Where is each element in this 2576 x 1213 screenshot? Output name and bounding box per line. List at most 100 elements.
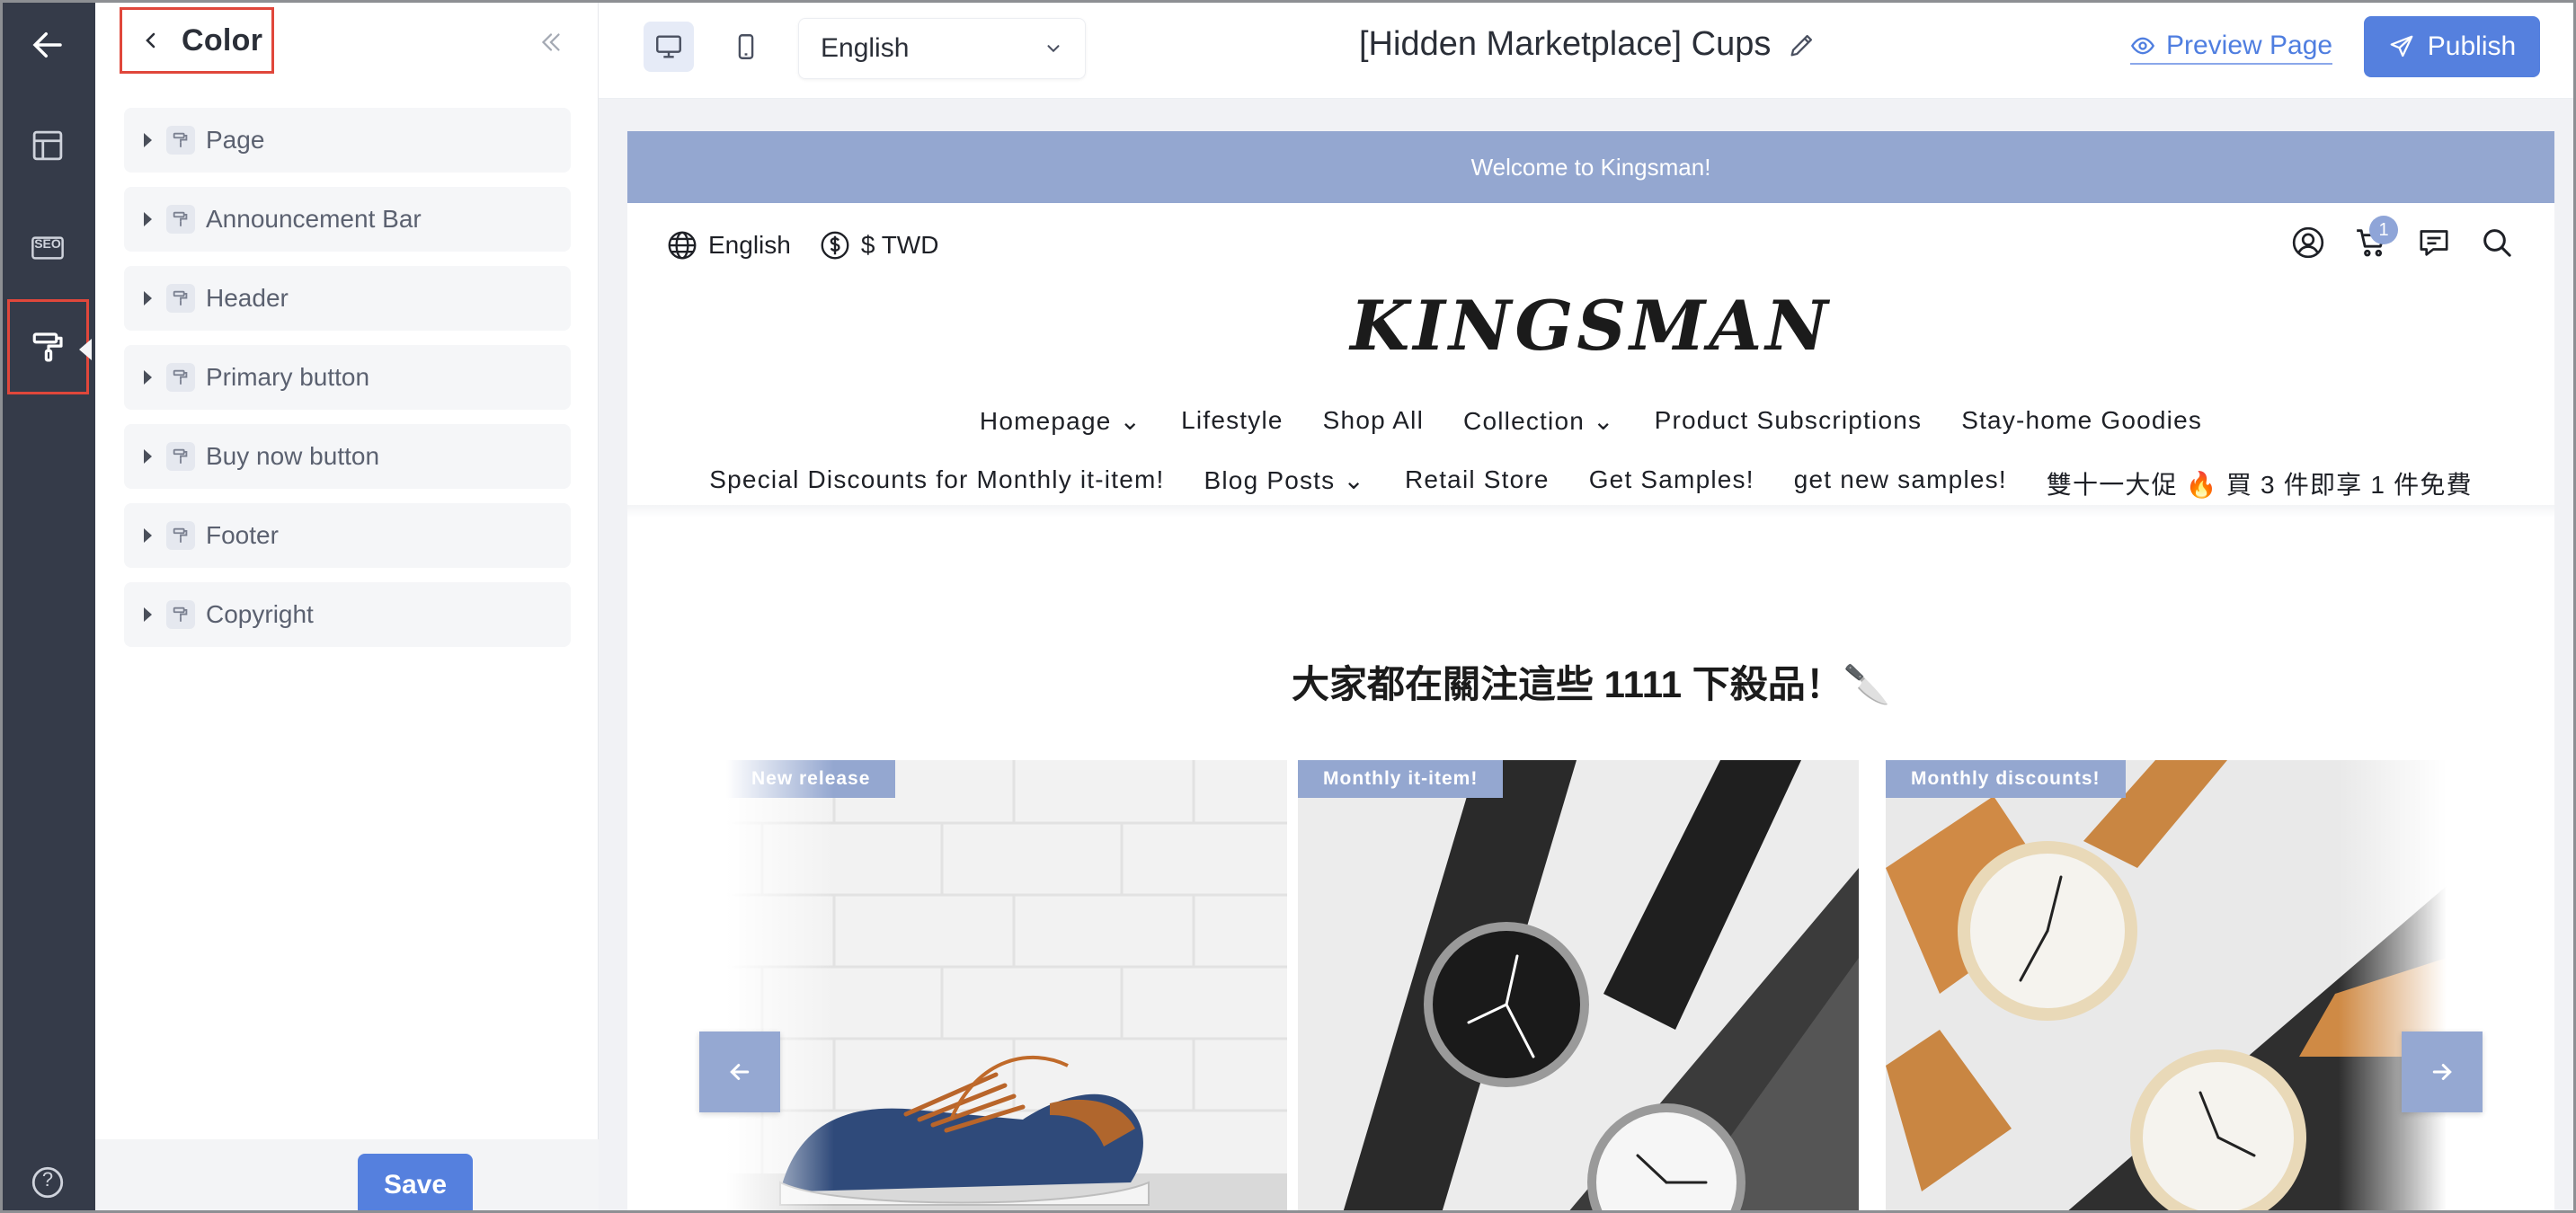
paint-roller-icon	[32, 332, 63, 362]
chevron-left-icon	[146, 32, 155, 49]
paint-roller-icon	[166, 126, 195, 155]
paint-roller-icon	[166, 205, 195, 234]
paint-roller-icon	[166, 442, 195, 471]
language-select-value: English	[821, 33, 910, 63]
store-logo[interactable]: KINGSMAN	[627, 286, 2554, 366]
user-circle-icon	[2292, 226, 2324, 259]
storefront-preview: Welcome to Kingsman! English $ TWD 1 KIN…	[627, 131, 2554, 1213]
active-pointer	[79, 339, 92, 360]
color-group-announcement-bar[interactable]: Announcement Bar	[124, 187, 571, 252]
black-watch-photo	[1298, 760, 1859, 1213]
search-icon	[2483, 229, 2511, 257]
layout-icon	[32, 130, 63, 161]
paint-roller-icon	[166, 284, 195, 313]
language-label: English	[708, 231, 791, 259]
layout-button[interactable]	[0, 101, 95, 190]
mobile-view-button[interactable]	[721, 22, 771, 72]
page-title-text: [Hidden Marketplace] Cups	[1359, 25, 1772, 63]
preview-label: Preview Page	[2166, 31, 2333, 60]
language-switcher[interactable]: English	[665, 228, 791, 262]
nav-double-eleven-promo[interactable]: 雙十一大促 🔥 買 3 件即享 1 件免費	[2047, 465, 2473, 501]
chevron-down-icon	[1047, 45, 1060, 53]
nav-lifestyle[interactable]: Lifestyle	[1181, 406, 1284, 436]
mobile-icon	[738, 34, 754, 59]
panel-title: Color	[182, 22, 263, 58]
paint-roller-icon	[166, 600, 195, 629]
language-select[interactable]: English	[798, 18, 1086, 79]
nav-get-new-samples[interactable]: get new samples!	[1794, 465, 2007, 501]
product-badge: Monthly it-item!	[1298, 760, 1504, 798]
nav-stay-home-goodies[interactable]: Stay-home Goodies	[1961, 406, 2202, 436]
nav-retail-store[interactable]: Retail Store	[1405, 465, 1550, 501]
preview-page-link[interactable]: Preview Page	[2130, 31, 2333, 65]
publish-label: Publish	[2427, 31, 2517, 61]
group-label: Buy now button	[206, 442, 380, 470]
caret-right-icon	[144, 528, 152, 543]
header-utilities: English $ TWD	[665, 228, 938, 262]
caret-right-icon	[144, 370, 152, 385]
header-shadow	[627, 505, 2554, 518]
dollar-circle-icon	[821, 231, 849, 260]
page-title: [Hidden Marketplace] Cups	[1359, 25, 1817, 64]
group-label: Footer	[206, 521, 279, 549]
send-icon	[2390, 35, 2413, 58]
product-badge: Monthly discounts!	[1886, 760, 2126, 798]
theme-color-button[interactable]	[7, 299, 89, 394]
caret-right-icon	[144, 133, 152, 147]
help-text: ?	[41, 1168, 54, 1191]
nav-homepage[interactable]: Homepage ⌄	[980, 406, 1141, 436]
color-group-buy-now-button[interactable]: Buy now button	[124, 424, 571, 489]
color-group-primary-button[interactable]: Primary button	[124, 345, 571, 410]
back-arrow-icon	[32, 32, 62, 58]
carousel-prev-button[interactable]	[699, 1031, 780, 1112]
edit-pencil-icon[interactable]	[1787, 30, 1817, 60]
nav-product-subscriptions[interactable]: Product Subscriptions	[1655, 406, 1923, 436]
back-button[interactable]	[0, 0, 95, 90]
carousel-next-button[interactable]	[2402, 1031, 2483, 1112]
nav-shop-all[interactable]: Shop All	[1323, 406, 1424, 436]
group-label: Primary button	[206, 363, 370, 391]
desktop-icon	[656, 35, 681, 58]
account-button[interactable]	[2290, 225, 2326, 261]
color-group-page[interactable]: Page	[124, 108, 571, 173]
announcement-bar[interactable]: Welcome to Kingsman!	[627, 131, 2554, 203]
main-nav-row-2: Special Discounts for Monthly it-item! B…	[627, 465, 2554, 501]
cart-count-badge: 1	[2369, 216, 2398, 244]
nav-blog-posts[interactable]: Blog Posts ⌄	[1204, 465, 1366, 501]
currency-label: $ TWD	[860, 231, 939, 259]
group-label: Page	[206, 126, 265, 154]
caret-right-icon	[144, 291, 152, 305]
seo-text: SEO	[34, 236, 61, 251]
header-icons: 1	[2290, 216, 2515, 261]
settings-panel: Color Page Announcement Bar Header Prima…	[95, 0, 599, 1213]
nav-special-discounts[interactable]: Special Discounts for Monthly it-item!	[709, 465, 1164, 501]
color-group-footer[interactable]: Footer	[124, 503, 571, 568]
caret-right-icon	[144, 607, 152, 622]
chat-icon	[2420, 230, 2448, 256]
color-back-header[interactable]: Color	[120, 7, 274, 74]
nav-collection[interactable]: Collection ⌄	[1463, 406, 1615, 436]
arrow-right-icon	[2432, 1064, 2452, 1080]
section-title: 大家都在關注這些 1111 下殺品！🔪	[1291, 663, 1891, 705]
product-card[interactable]: Monthly it-item!	[1298, 760, 1859, 1213]
collapse-panel-icon[interactable]	[536, 27, 566, 58]
editor-topbar: English [Hidden Marketplace] Cups Previe…	[599, 0, 2576, 99]
caret-right-icon	[144, 449, 152, 464]
panel-footer	[95, 1139, 599, 1213]
arrow-left-icon	[730, 1064, 750, 1080]
publish-button[interactable]: Publish	[2364, 16, 2540, 77]
left-rail	[0, 0, 95, 1213]
caret-right-icon	[144, 212, 152, 226]
cart-button[interactable]: 1	[2353, 216, 2398, 261]
save-button[interactable]: Save	[358, 1154, 473, 1213]
currency-switcher[interactable]: $ TWD	[818, 228, 939, 262]
main-nav-row-1: Homepage ⌄ Lifestyle Shop All Collection…	[627, 406, 2554, 436]
eye-icon	[2130, 37, 2155, 55]
desktop-view-button[interactable]	[644, 22, 694, 72]
messages-button[interactable]	[2416, 225, 2452, 261]
color-group-header[interactable]: Header	[124, 266, 571, 331]
color-group-copyright[interactable]: Copyright	[124, 582, 571, 647]
carousel-fade-right	[2339, 760, 2447, 1213]
nav-get-samples[interactable]: Get Samples!	[1589, 465, 1754, 501]
search-button[interactable]	[2479, 225, 2515, 261]
